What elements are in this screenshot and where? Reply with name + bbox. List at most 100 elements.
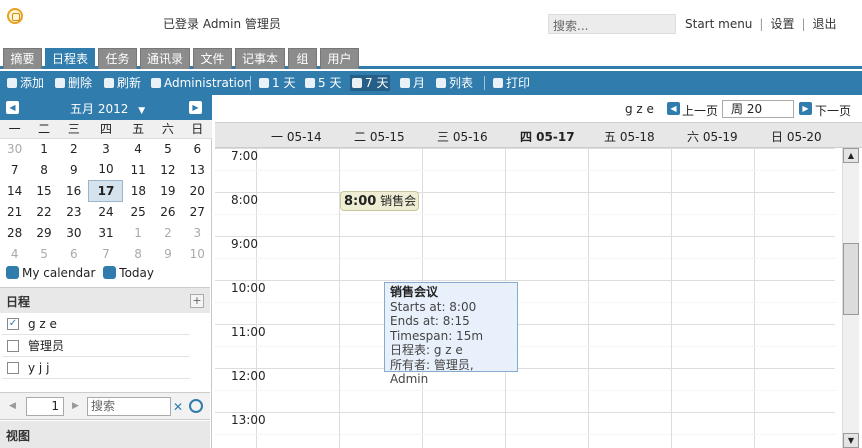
tab-summary[interactable]: 摘要 bbox=[3, 48, 42, 69]
mini-calendar-day[interactable]: 21 bbox=[0, 201, 29, 222]
mini-calendar-day[interactable]: 12 bbox=[153, 159, 182, 180]
mini-calendar-day[interactable]: 10 bbox=[183, 243, 212, 264]
next-page-arrow-icon[interactable]: ▶ bbox=[72, 401, 79, 411]
logout-link[interactable]: 退出 bbox=[813, 17, 837, 31]
mini-calendar-day[interactable]: 16 bbox=[59, 180, 89, 201]
day-header[interactable]: 一 05-14 bbox=[271, 128, 322, 145]
next-week-button[interactable]: ▶ bbox=[799, 102, 812, 115]
mini-calendar-day[interactable]: 27 bbox=[183, 201, 212, 222]
mini-calendar-day[interactable]: 26 bbox=[153, 201, 182, 222]
prev-week-label[interactable]: 上一页 bbox=[682, 102, 718, 119]
checkbox[interactable] bbox=[7, 340, 19, 352]
mini-calendar-day[interactable]: 18 bbox=[123, 180, 153, 201]
mini-calendar-day[interactable]: 23 bbox=[59, 201, 89, 222]
refresh-button[interactable]: 刷新 bbox=[104, 75, 141, 91]
mini-calendar-day[interactable]: 9 bbox=[153, 243, 182, 264]
mini-calendar-today[interactable]: 17 bbox=[88, 179, 124, 202]
expand-button[interactable]: + bbox=[190, 294, 204, 308]
calendar-event[interactable]: 8:00 销售会 bbox=[340, 191, 419, 211]
mini-calendar-day[interactable]: 31 bbox=[89, 222, 123, 243]
calendar-list-item[interactable]: y j j bbox=[2, 358, 190, 379]
one-day-view-button[interactable]: 1 天 bbox=[259, 75, 295, 91]
checkbox[interactable] bbox=[7, 362, 19, 374]
mini-calendar-day[interactable]: 13 bbox=[183, 159, 212, 180]
day-header-today[interactable]: 四 05-17 bbox=[520, 128, 575, 145]
mini-calendar-day[interactable]: 28 bbox=[0, 222, 29, 243]
tab-users[interactable]: 用户 bbox=[320, 48, 359, 69]
mini-calendar-day[interactable]: 30 bbox=[59, 222, 89, 243]
mini-calendar-day[interactable]: 2 bbox=[59, 138, 89, 159]
add-button[interactable]: 添加 bbox=[7, 75, 44, 91]
mini-calendar-day[interactable]: 25 bbox=[123, 201, 153, 222]
mini-calendar-day[interactable]: 22 bbox=[29, 201, 58, 222]
settings-link[interactable]: 设置 bbox=[770, 17, 794, 31]
mini-calendar-day[interactable]: 14 bbox=[0, 180, 29, 201]
tab-files[interactable]: 文件 bbox=[193, 48, 232, 69]
checkbox[interactable]: ✓ bbox=[7, 318, 19, 330]
list-view-button[interactable]: 列表 bbox=[436, 75, 473, 91]
calendar-list-item[interactable]: 管理员 bbox=[2, 336, 190, 357]
mini-calendar-day[interactable]: 3 bbox=[183, 222, 212, 243]
mini-calendar-day[interactable]: 3 bbox=[89, 138, 123, 159]
scroll-down-icon[interactable]: ▼ bbox=[843, 433, 859, 448]
mini-calendar-day[interactable]: 30 bbox=[0, 138, 29, 159]
mini-calendar-day[interactable]: 11 bbox=[123, 159, 153, 180]
mini-calendar-day[interactable]: 1 bbox=[123, 222, 153, 243]
vertical-scrollbar[interactable]: ▲ ▼ bbox=[842, 148, 859, 448]
mini-calendar-day[interactable]: 7 bbox=[0, 159, 29, 180]
calendar-search-input[interactable]: 搜索 bbox=[87, 397, 171, 416]
mini-calendar-day[interactable]: 4 bbox=[123, 138, 153, 159]
month-view-button[interactable]: 月 bbox=[400, 75, 425, 91]
five-day-view-button[interactable]: 5 天 bbox=[305, 75, 341, 91]
day-header[interactable]: 二 05-15 bbox=[354, 128, 405, 145]
scroll-up-icon[interactable]: ▲ bbox=[843, 148, 859, 163]
tab-notes[interactable]: 记事本 bbox=[235, 48, 285, 69]
mini-calendar-day[interactable]: 6 bbox=[59, 243, 89, 264]
mini-calendar-day[interactable]: 19 bbox=[153, 180, 182, 201]
mini-calendar-day[interactable]: 4 bbox=[0, 243, 29, 264]
next-week-label[interactable]: 下一页 bbox=[815, 102, 851, 119]
calendar-list-item[interactable]: ✓ g z e bbox=[2, 314, 190, 335]
tab-calendar[interactable]: 日程表 bbox=[45, 48, 95, 69]
mini-calendar-day[interactable]: 20 bbox=[183, 180, 212, 201]
mini-calendar-day[interactable]: 29 bbox=[29, 222, 58, 243]
prev-month-button[interactable]: ◀ bbox=[6, 101, 19, 114]
administration-button[interactable]: Administration bbox=[151, 75, 252, 91]
tab-groups[interactable]: 组 bbox=[288, 48, 317, 69]
week-field[interactable]: 周 20 bbox=[722, 100, 794, 118]
mini-calendar-day[interactable]: 8 bbox=[29, 159, 58, 180]
tab-tasks[interactable]: 任务 bbox=[98, 48, 137, 69]
mini-calendar-day[interactable]: 24 bbox=[89, 201, 123, 222]
seven-day-view-button[interactable]: 7 天 bbox=[350, 75, 391, 91]
delete-button[interactable]: 删除 bbox=[55, 75, 92, 91]
mini-calendar-day[interactable]: 7 bbox=[89, 243, 123, 264]
global-search-input[interactable]: 搜索... bbox=[548, 14, 676, 34]
prev-week-button[interactable]: ◀ bbox=[667, 102, 680, 115]
day-header[interactable]: 五 05-18 bbox=[604, 128, 655, 145]
mini-calendar-day[interactable]: 1 bbox=[29, 138, 58, 159]
mini-calendar-day[interactable]: 8 bbox=[123, 243, 153, 264]
tab-addressbook[interactable]: 通讯录 bbox=[140, 48, 190, 69]
mini-calendar-day[interactable]: 5 bbox=[153, 138, 182, 159]
day-header[interactable]: 六 05-19 bbox=[687, 128, 738, 145]
start-menu-link[interactable]: Start menu bbox=[685, 17, 752, 31]
print-button[interactable]: 打印 bbox=[493, 75, 530, 91]
prev-page-arrow-icon[interactable]: ◀ bbox=[9, 401, 16, 411]
my-calendar-button[interactable]: My calendar bbox=[6, 266, 95, 280]
clear-search-icon[interactable]: ✕ bbox=[173, 400, 183, 414]
month-selector[interactable]: 五月 2012 ▼ bbox=[70, 100, 145, 117]
day-header[interactable]: 三 05-16 bbox=[437, 128, 488, 145]
next-month-button[interactable]: ▶ bbox=[189, 101, 202, 114]
mini-calendar-day[interactable]: 6 bbox=[183, 138, 212, 159]
day-header[interactable]: 日 05-20 bbox=[771, 128, 822, 145]
page-input[interactable]: 1 bbox=[26, 397, 64, 416]
mini-calendar-day[interactable]: 2 bbox=[153, 222, 182, 243]
logo-icon[interactable] bbox=[7, 8, 23, 24]
mini-calendar-day[interactable]: 5 bbox=[29, 243, 58, 264]
time-grid[interactable]: 7:00 8:00 9:00 10:00 11:00 12:00 13:00 8… bbox=[215, 148, 835, 448]
mini-calendar-day[interactable]: 9 bbox=[59, 159, 89, 180]
mini-calendar-day[interactable]: 15 bbox=[29, 180, 58, 201]
today-button[interactable]: Today bbox=[103, 266, 154, 280]
mini-calendar-day[interactable]: 10 bbox=[89, 159, 123, 180]
search-icon[interactable] bbox=[189, 399, 203, 413]
